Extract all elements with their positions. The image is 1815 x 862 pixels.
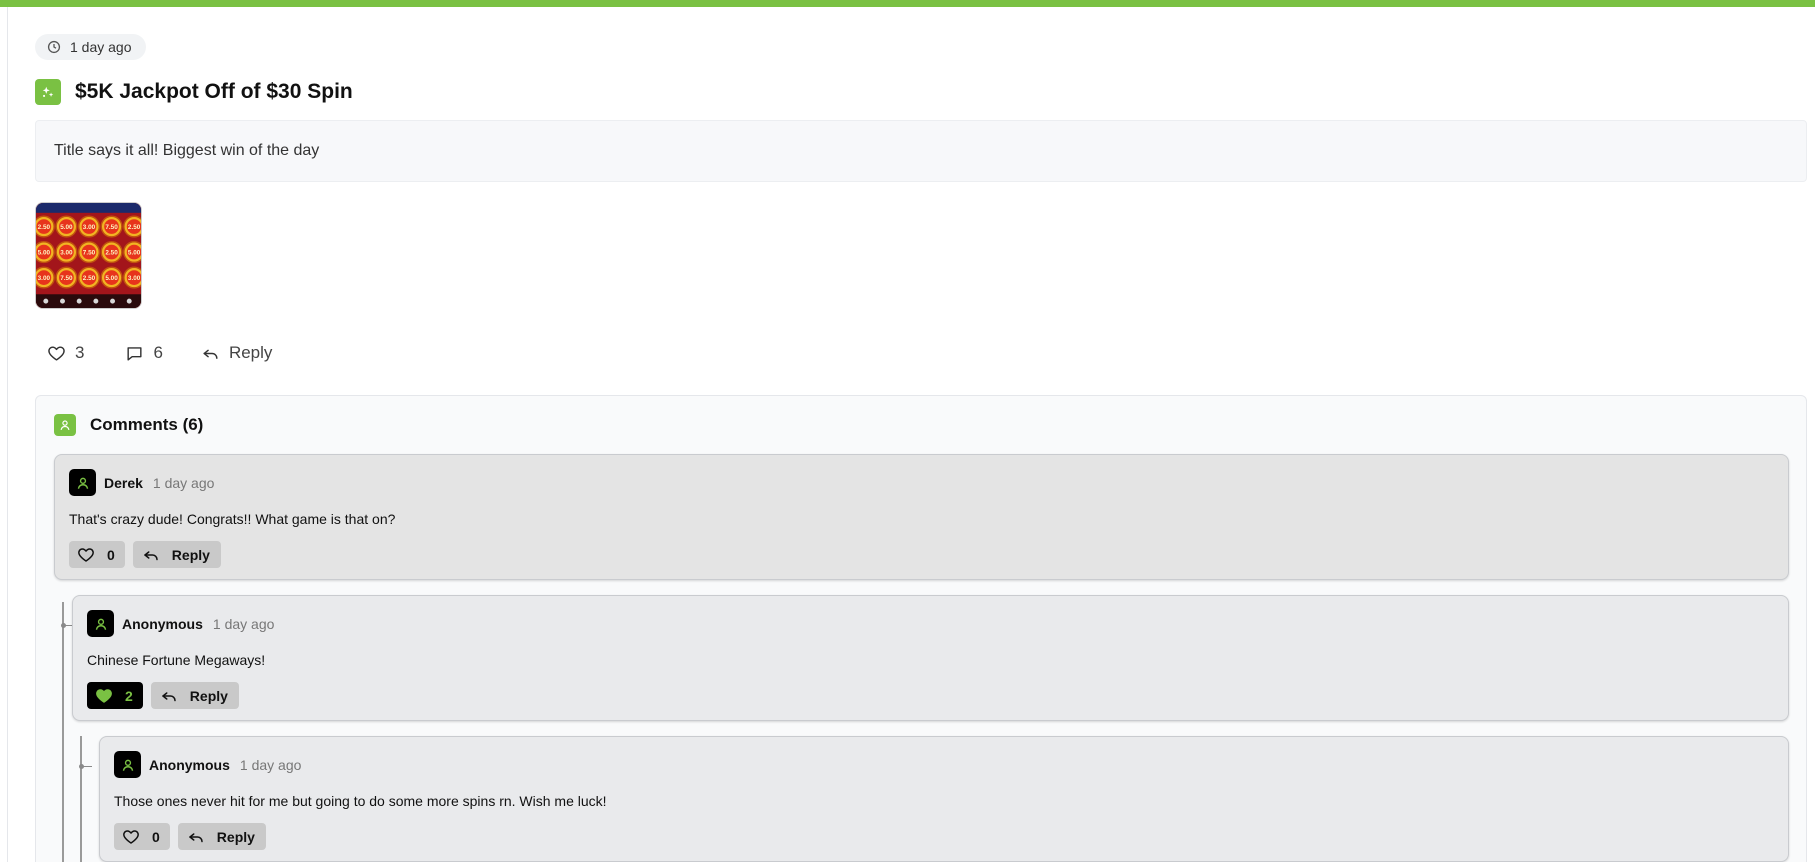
slot-screenshot-image: 2.50 5.00 3.00 7.50 2.50 5.00 3.00 7.50 2.50 5.00… xyxy=(36,203,141,308)
comment-time: 1 day ago xyxy=(212,615,275,632)
comment-header: Derek 1 day ago xyxy=(69,469,214,496)
comment-like-count: 2 xyxy=(125,687,133,704)
post-actions: 3 6 Reply xyxy=(47,343,272,363)
post-title-row: $5K Jackpot Off of $30 Spin xyxy=(35,79,353,105)
heart-icon xyxy=(96,688,112,703)
svg-text:5.00: 5.00 xyxy=(38,250,51,257)
reply-arrow-icon xyxy=(162,691,176,701)
post-body-text: Title says it all! Biggest win of the da… xyxy=(54,142,320,159)
comment-card: Anonymous 1 day ago Those ones never hit… xyxy=(99,736,1789,862)
svg-text:5.00: 5.00 xyxy=(60,224,73,231)
comment-like-count: 0 xyxy=(152,828,160,845)
svg-text:5.00: 5.00 xyxy=(128,250,141,257)
svg-text:2.50: 2.50 xyxy=(128,224,141,231)
post-title: $5K Jackpot Off of $30 Spin xyxy=(75,80,353,103)
post-comment-count: 6 xyxy=(153,343,163,362)
heart-icon xyxy=(48,345,65,361)
svg-text:2.50: 2.50 xyxy=(38,224,51,231)
avatar xyxy=(114,751,141,778)
post-time: 1 day ago xyxy=(70,39,132,55)
comment-reply-button[interactable]: Reply xyxy=(132,541,221,568)
comment-text: Those ones never hit for me but going to… xyxy=(114,793,607,809)
comment-author[interactable]: Derek xyxy=(104,475,143,491)
svg-text:3.00: 3.00 xyxy=(60,250,73,257)
comment-text: That's crazy dude! Congrats!! What game … xyxy=(69,511,396,527)
top-accent-bar xyxy=(0,0,1815,7)
comments-header-badge xyxy=(54,414,76,436)
post-like-button[interactable]: 3 xyxy=(47,343,84,363)
comment-reply-button[interactable]: Reply xyxy=(177,823,266,850)
comment-time: 1 day ago xyxy=(152,474,215,491)
comment-card: Anonymous 1 day ago Chinese Fortune Mega… xyxy=(72,595,1789,721)
post-body: Title says it all! Biggest win of the da… xyxy=(35,120,1807,182)
comment-header: Anonymous 1 day ago xyxy=(114,751,301,778)
chat-bubble-icon xyxy=(127,346,143,361)
comment-card: Derek 1 day ago That's crazy dude! Congr… xyxy=(54,454,1789,580)
comment-like-button[interactable]: 0 xyxy=(69,541,125,568)
svg-text:7.50: 7.50 xyxy=(60,275,73,282)
svg-text:7.50: 7.50 xyxy=(105,224,118,231)
thread-line xyxy=(80,736,82,862)
post-comments-button[interactable]: 6 xyxy=(125,343,163,363)
svg-text:3.00: 3.00 xyxy=(83,224,96,231)
reply-arrow-icon xyxy=(189,832,203,842)
left-divider xyxy=(7,7,8,862)
comment-reply-label: Reply xyxy=(216,828,255,845)
comment-header: Anonymous 1 day ago xyxy=(87,610,274,637)
thread-connector xyxy=(82,766,92,767)
comment-actions: 0 Reply xyxy=(69,541,221,568)
reply-arrow-icon xyxy=(203,349,218,359)
avatar xyxy=(87,610,114,637)
comments-header: Comments (6) xyxy=(54,414,203,436)
svg-text:2.50: 2.50 xyxy=(83,275,96,282)
comments-panel: Comments (6) Derek 1 day ago That's craz… xyxy=(35,395,1807,862)
post-image-thumbnail[interactable]: 2.50 5.00 3.00 7.50 2.50 5.00 3.00 7.50 2.50 5.00… xyxy=(35,202,142,309)
comment-actions: 2 Reply xyxy=(87,682,239,709)
clock-icon xyxy=(47,40,61,54)
post-reply-button[interactable]: Reply xyxy=(201,343,272,363)
post-category-badge xyxy=(35,79,61,105)
user-icon xyxy=(122,759,133,771)
thread-line xyxy=(62,602,64,862)
user-icon xyxy=(60,420,70,431)
comment-actions: 0 Reply xyxy=(114,823,266,850)
svg-text:3.00: 3.00 xyxy=(128,275,141,282)
comment-author[interactable]: Anonymous xyxy=(122,616,203,632)
post-reply-label: Reply xyxy=(228,343,273,362)
comment-like-button[interactable]: 2 xyxy=(87,682,143,709)
comment-time: 1 day ago xyxy=(239,756,302,773)
user-icon xyxy=(77,477,88,489)
comment-reply-label: Reply xyxy=(171,546,210,563)
post-like-count: 3 xyxy=(75,343,85,362)
comment-reply-label: Reply xyxy=(189,687,228,704)
comments-title: Comments (6) xyxy=(90,415,204,434)
comment-reply-button[interactable]: Reply xyxy=(150,682,239,709)
avatar xyxy=(69,469,96,496)
svg-text:2.50: 2.50 xyxy=(105,250,118,257)
sparkle-icon xyxy=(42,86,54,97)
heart-icon xyxy=(123,829,139,844)
comment-author[interactable]: Anonymous xyxy=(149,757,230,773)
comment-text: Chinese Fortune Megaways! xyxy=(87,652,266,668)
user-icon xyxy=(95,618,106,630)
svg-text:5.00: 5.00 xyxy=(105,275,118,282)
svg-text:3.00: 3.00 xyxy=(38,275,51,282)
svg-text:7.50: 7.50 xyxy=(83,250,96,257)
heart-icon xyxy=(78,547,94,562)
post-time-badge: 1 day ago xyxy=(35,34,146,60)
comment-like-button[interactable]: 0 xyxy=(114,823,170,850)
comment-like-count: 0 xyxy=(107,546,115,563)
reply-arrow-icon xyxy=(144,550,158,560)
